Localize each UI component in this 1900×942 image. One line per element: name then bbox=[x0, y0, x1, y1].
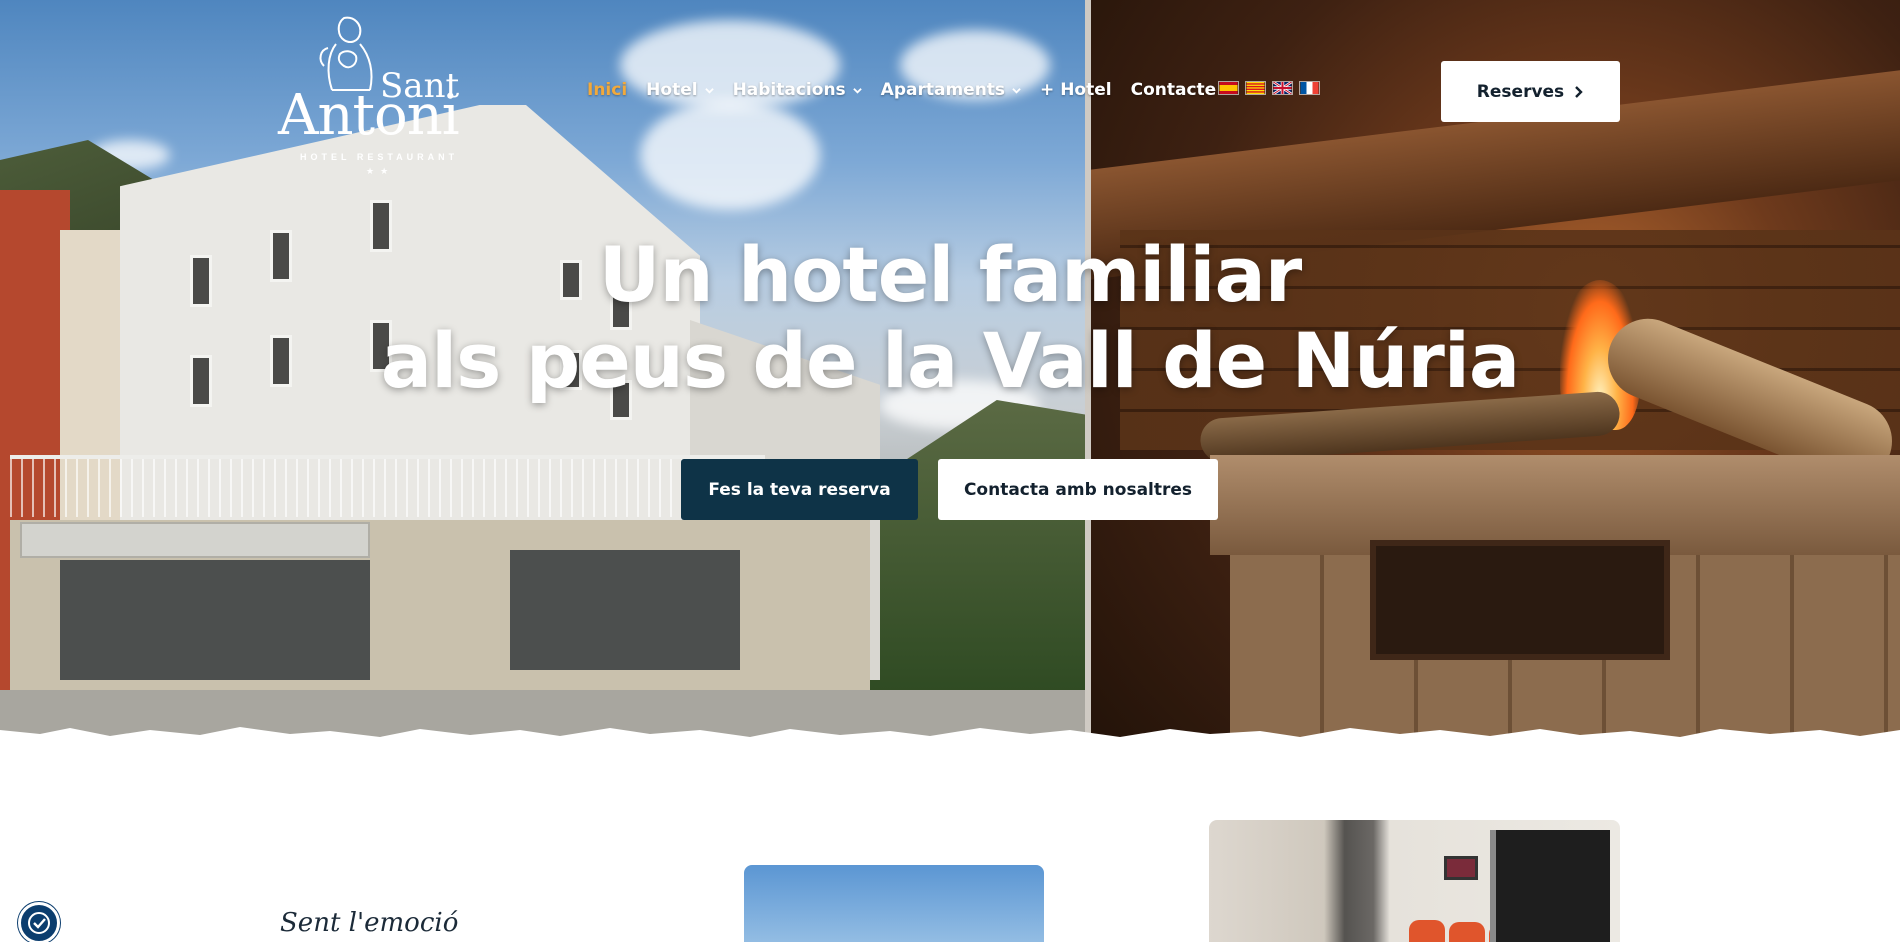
hero-title-line-2: als peus de la Vall de Núria bbox=[380, 316, 1520, 405]
nav-item-label: Apartaments bbox=[880, 80, 1006, 100]
logo-subtitle: HOTEL RESTAURANT bbox=[300, 152, 459, 162]
nav-item-label: Inici bbox=[587, 80, 628, 100]
intro-image-sky bbox=[744, 865, 1044, 942]
saint-figure-icon bbox=[319, 16, 373, 91]
reserves-button[interactable]: Reserves bbox=[1441, 61, 1620, 122]
book-now-button[interactable]: Fes la teva reserva bbox=[681, 459, 918, 520]
nav-item-habitacions[interactable]: Habitacions bbox=[733, 80, 862, 100]
intro-tagline: Sent l'emoció bbox=[280, 908, 459, 938]
chevron-down-icon bbox=[852, 87, 862, 94]
nav-item-contacte[interactable]: Contacte bbox=[1131, 80, 1217, 100]
torn-edge-divider bbox=[0, 727, 1900, 742]
nav-item-label: Contacte bbox=[1130, 80, 1217, 100]
reserves-button-label: Reserves bbox=[1476, 81, 1565, 102]
logo-stars: ★★ bbox=[366, 166, 395, 176]
hotel-logo[interactable]: Sant Antoni HOTEL RESTAURANT ★★ bbox=[278, 12, 483, 176]
catalan-flag-icon[interactable] bbox=[1245, 81, 1266, 95]
nav-item-apartaments[interactable]: Apartaments bbox=[881, 80, 1021, 100]
french-flag-icon[interactable] bbox=[1299, 81, 1320, 95]
nav-item-label: Habitacions bbox=[732, 80, 846, 100]
main-navigation: Inici Hotel Habitacions Apartaments + Ho… bbox=[587, 80, 1235, 100]
nav-item-mes-hotel[interactable]: + Hotel bbox=[1040, 80, 1112, 100]
accessibility-icon bbox=[28, 912, 50, 934]
chevron-down-icon bbox=[1012, 87, 1021, 94]
hero-title-line-1: Un hotel familiar bbox=[598, 230, 1302, 319]
language-switcher bbox=[1218, 81, 1320, 95]
english-flag-icon[interactable] bbox=[1272, 81, 1293, 95]
hero-title: Un hotel familiar als peus de la Vall de… bbox=[0, 232, 1900, 404]
nav-item-label: Hotel bbox=[646, 80, 698, 100]
nav-item-hotel[interactable]: Hotel bbox=[646, 80, 714, 100]
chevron-down-icon bbox=[704, 87, 714, 94]
nav-item-label: + Hotel bbox=[1040, 80, 1112, 100]
chevron-right-icon bbox=[1575, 85, 1583, 98]
contact-us-button[interactable]: Contacta amb nosaltres bbox=[938, 459, 1218, 520]
nav-item-inici[interactable]: Inici bbox=[587, 80, 627, 100]
accessibility-button[interactable] bbox=[18, 902, 60, 942]
logo-text-antoni: Antoni bbox=[278, 83, 460, 148]
spanish-flag-icon[interactable] bbox=[1218, 81, 1239, 95]
